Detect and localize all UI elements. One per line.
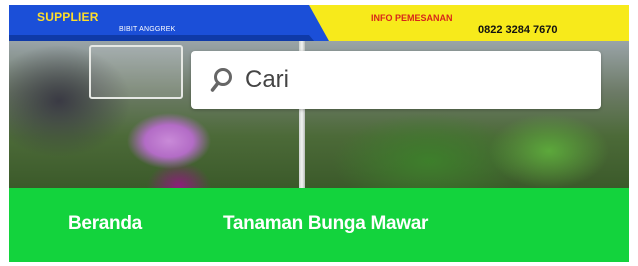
header-banner: SUPPLIER BIBIT ANGGREK INFO PEMESANAN 08… bbox=[9, 5, 629, 41]
contact-label: INFO PEMESANAN bbox=[371, 13, 453, 23]
main-nav: Beranda Tanaman Bunga Mawar bbox=[9, 188, 629, 262]
brand-title: SUPPLIER bbox=[37, 10, 99, 24]
page-frame: SUPPLIER BIBIT ANGGREK INFO PEMESANAN 08… bbox=[9, 5, 629, 262]
search-input[interactable]: Cari bbox=[245, 66, 289, 94]
search-icon[interactable] bbox=[209, 67, 235, 93]
nav-item-tanaman-bunga-mawar[interactable]: Tanaman Bunga Mawar bbox=[223, 213, 428, 235]
nav-item-beranda[interactable]: Beranda bbox=[68, 213, 142, 235]
contact-phone: 0822 3284 7670 bbox=[478, 24, 558, 36]
brand-subtitle: BIBIT ANGGREK bbox=[119, 26, 176, 33]
search-box[interactable]: Cari bbox=[191, 51, 601, 109]
hero-greenhouse-table bbox=[89, 45, 183, 99]
